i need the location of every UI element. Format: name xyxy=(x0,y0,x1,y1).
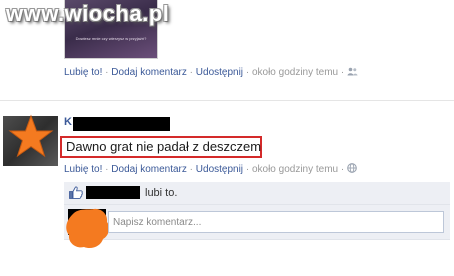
like-link[interactable]: Lubię to! xyxy=(64,164,102,175)
separator: · xyxy=(245,67,250,78)
separator: · xyxy=(340,164,345,175)
separator: · xyxy=(189,164,193,175)
add-comment-link[interactable]: Dodaj komentarz xyxy=(111,164,187,175)
previous-post-image-caption: Dowiesz mnie czy wierzysz w przyjaźń? xyxy=(75,36,147,41)
friends-icon[interactable] xyxy=(347,67,358,78)
author-name-redaction xyxy=(73,117,170,131)
thumbs-up-icon xyxy=(69,186,83,199)
separator: · xyxy=(245,164,250,175)
separator: · xyxy=(105,67,109,78)
share-link[interactable]: Udostępnij xyxy=(196,67,243,78)
liker-name-redaction xyxy=(86,186,140,199)
watermark: www.wiocha.pl xyxy=(6,1,170,26)
like-link[interactable]: Lubię to! xyxy=(64,67,102,78)
post-actions: Lubię to! · Dodaj komentarz · Udostępnij… xyxy=(64,163,357,175)
status-text: Dawno grat nie padał z deszczem xyxy=(66,139,262,154)
orange-blob-overlay-icon xyxy=(66,208,110,249)
add-comment-link[interactable]: Dodaj komentarz xyxy=(111,67,187,78)
post-timestamp[interactable]: około godziny temu xyxy=(252,67,338,78)
story-divider xyxy=(0,100,454,101)
previous-post-actions: Lubię to! · Dodaj komentarz · Udostępnij… xyxy=(64,67,358,78)
author-name[interactable]: K xyxy=(64,116,72,128)
post-timestamp[interactable]: około godziny temu xyxy=(252,164,338,175)
separator: · xyxy=(340,67,345,78)
separator: · xyxy=(105,164,109,175)
likes-text: lubi to. xyxy=(145,187,178,199)
globe-icon[interactable] xyxy=(347,163,357,175)
star-overlay-icon xyxy=(8,114,54,158)
separator: · xyxy=(189,67,193,78)
share-link[interactable]: Udostępnij xyxy=(196,164,243,175)
comment-input[interactable] xyxy=(108,211,444,233)
